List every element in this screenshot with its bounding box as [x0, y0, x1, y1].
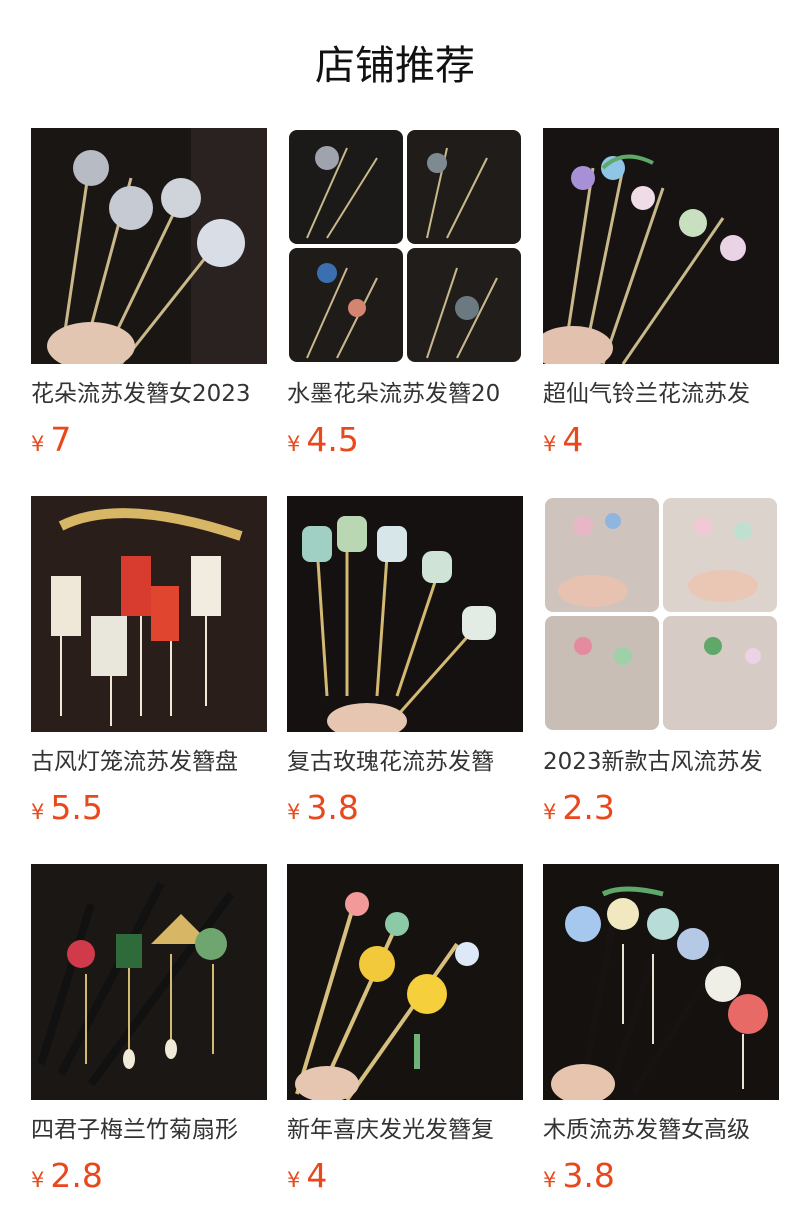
- product-card[interactable]: 超仙气铃兰花流苏发 ¥4: [543, 128, 779, 466]
- product-image[interactable]: [31, 496, 267, 732]
- product-price: ¥5.5: [31, 788, 267, 834]
- product-image[interactable]: [543, 496, 779, 732]
- product-name: 水墨花朵流苏发簪20: [287, 381, 501, 407]
- price-amount: 4.5: [306, 420, 359, 459]
- price-amount: 5.5: [50, 788, 103, 827]
- section-title: 店铺推荐: [315, 43, 475, 89]
- product-price: ¥2.3: [543, 788, 779, 834]
- product-name: 古风灯笼流苏发簪盘: [31, 749, 238, 775]
- price-amount: 3.8: [562, 1156, 615, 1195]
- product-image[interactable]: [287, 496, 523, 732]
- product-card[interactable]: 2023新款古风流苏发 ¥2.3: [543, 496, 779, 834]
- product-name: 花朵流苏发簪女2023: [31, 381, 251, 407]
- product-name: 木质流苏发簪女高级: [543, 1117, 750, 1143]
- price-amount: 7: [50, 420, 72, 459]
- product-card[interactable]: 木质流苏发簪女高级 ¥3.8: [543, 864, 779, 1202]
- product-image[interactable]: [543, 128, 779, 364]
- product-price: ¥7: [31, 420, 267, 466]
- product-image[interactable]: [31, 864, 267, 1100]
- product-name: 超仙气铃兰花流苏发: [543, 381, 750, 407]
- product-price: ¥4: [287, 1156, 523, 1202]
- product-image[interactable]: [287, 128, 523, 364]
- product-name: 四君子梅兰竹菊扇形: [31, 1117, 238, 1143]
- currency-symbol: ¥: [543, 800, 557, 824]
- product-name: 新年喜庆发光发簪复: [287, 1117, 494, 1143]
- product-price: ¥2.8: [31, 1156, 267, 1202]
- product-card[interactable]: 四君子梅兰竹菊扇形 ¥2.8: [31, 864, 267, 1202]
- price-amount: 2.8: [50, 1156, 103, 1195]
- product-image[interactable]: [287, 864, 523, 1100]
- price-amount: 4: [306, 1156, 328, 1195]
- product-name: 复古玫瑰花流苏发簪: [287, 749, 494, 775]
- price-amount: 4: [562, 420, 584, 459]
- currency-symbol: ¥: [31, 1168, 45, 1192]
- product-price: ¥3.8: [287, 788, 523, 834]
- price-amount: 2.3: [562, 788, 615, 827]
- currency-symbol: ¥: [31, 800, 45, 824]
- product-card[interactable]: 古风灯笼流苏发簪盘 ¥5.5: [31, 496, 267, 834]
- price-amount: 3.8: [306, 788, 359, 827]
- product-name: 2023新款古风流苏发: [543, 749, 763, 775]
- currency-symbol: ¥: [543, 1168, 557, 1192]
- product-price: ¥4.5: [287, 420, 523, 466]
- product-image[interactable]: [31, 128, 267, 364]
- currency-symbol: ¥: [31, 432, 45, 456]
- currency-symbol: ¥: [287, 1168, 301, 1192]
- currency-symbol: ¥: [543, 432, 557, 456]
- product-image[interactable]: [543, 864, 779, 1100]
- currency-symbol: ¥: [287, 432, 301, 456]
- product-price: ¥3.8: [543, 1156, 779, 1202]
- product-card[interactable]: 花朵流苏发簪女2023 ¥7: [31, 128, 267, 466]
- product-price: ¥4: [543, 420, 779, 466]
- product-card[interactable]: 复古玫瑰花流苏发簪 ¥3.8: [287, 496, 523, 834]
- currency-symbol: ¥: [287, 800, 301, 824]
- product-card[interactable]: 新年喜庆发光发簪复 ¥4: [287, 864, 523, 1202]
- product-card[interactable]: 水墨花朵流苏发簪20 ¥4.5: [287, 128, 523, 466]
